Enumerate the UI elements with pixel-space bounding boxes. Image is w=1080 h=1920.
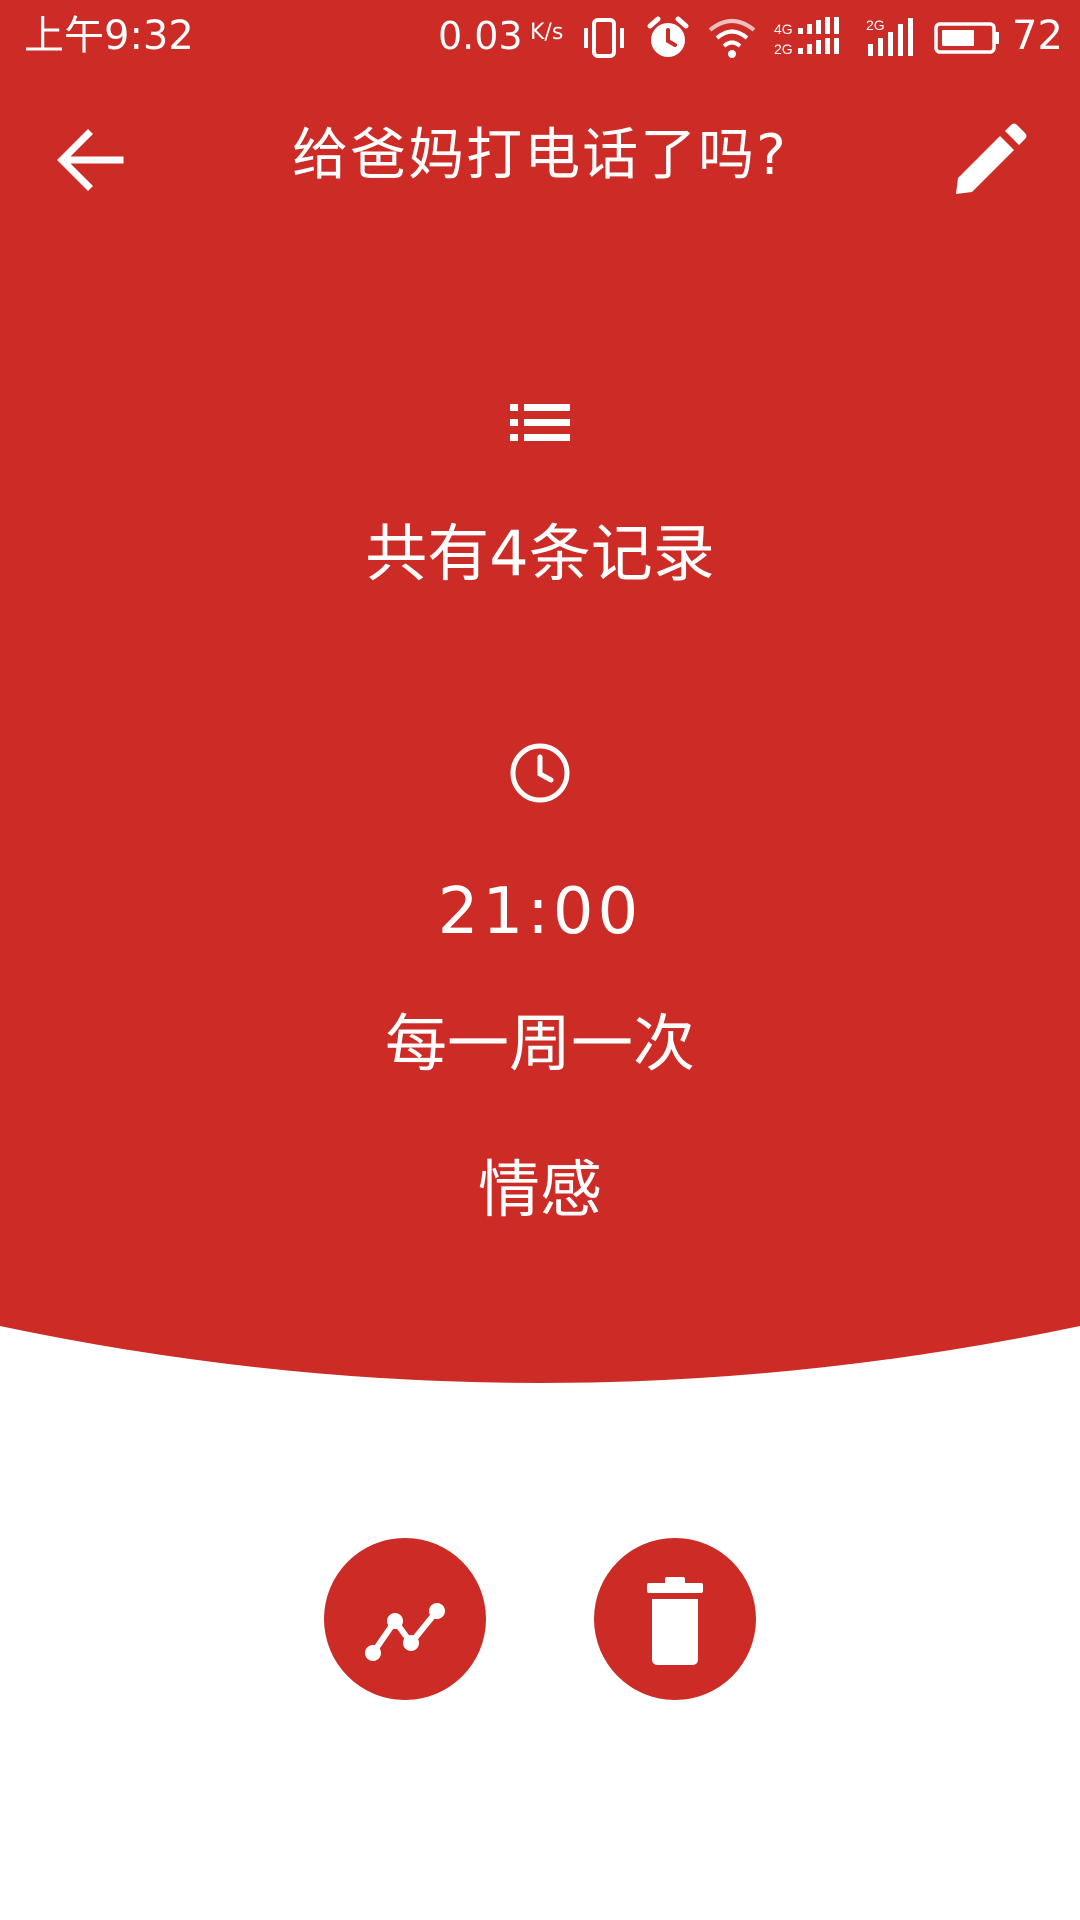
arrow-back-icon xyxy=(57,129,124,191)
reminder-indicator xyxy=(0,742,1080,804)
repeat-frequency: 每一周一次 xyxy=(384,1007,695,1080)
reminder-time: 21:00 xyxy=(437,875,643,949)
trash-icon xyxy=(647,1577,703,1665)
status-time: 上午9:32 xyxy=(24,13,194,59)
alarm-icon xyxy=(647,16,689,57)
vibrate-icon xyxy=(584,18,624,58)
back-button[interactable] xyxy=(34,104,146,216)
battery-level: 72 xyxy=(1012,13,1063,59)
pencil-edit-icon xyxy=(956,123,1027,194)
network-speed-unit: K/s xyxy=(530,20,564,45)
category-label: 情感 xyxy=(477,1153,602,1226)
signal-2g-icon: 2G xyxy=(866,17,913,56)
line-chart-icon xyxy=(365,1603,445,1661)
statistics-button[interactable] xyxy=(324,1538,486,1700)
page-title: 给爸妈打电话了吗? xyxy=(292,123,788,188)
clock-icon xyxy=(510,743,570,803)
record-count: 共有4条记录 xyxy=(365,517,715,590)
habit-detail-screen: 上午9:32 0.03 K/s 4G 2G 2G 72 给爸妈打电话了吗? 共有… xyxy=(0,0,1080,1920)
signal-4g-2g-icon: 4G 2G xyxy=(774,17,839,57)
status-bar: 上午9:32 0.03 K/s 4G 2G 2G 72 xyxy=(0,0,1080,76)
svg-text:4G: 4G xyxy=(774,21,793,37)
svg-text:2G: 2G xyxy=(774,41,793,57)
svg-text:2G: 2G xyxy=(866,17,885,33)
delete-button[interactable] xyxy=(594,1538,756,1700)
list-icon xyxy=(510,404,570,441)
wifi-icon xyxy=(708,19,756,58)
records-indicator xyxy=(0,398,1080,448)
network-speed: 0.03 xyxy=(438,14,523,58)
edit-button[interactable] xyxy=(934,104,1046,216)
battery-icon xyxy=(934,22,999,54)
toolbar: 给爸妈打电话了吗? xyxy=(0,96,1080,224)
